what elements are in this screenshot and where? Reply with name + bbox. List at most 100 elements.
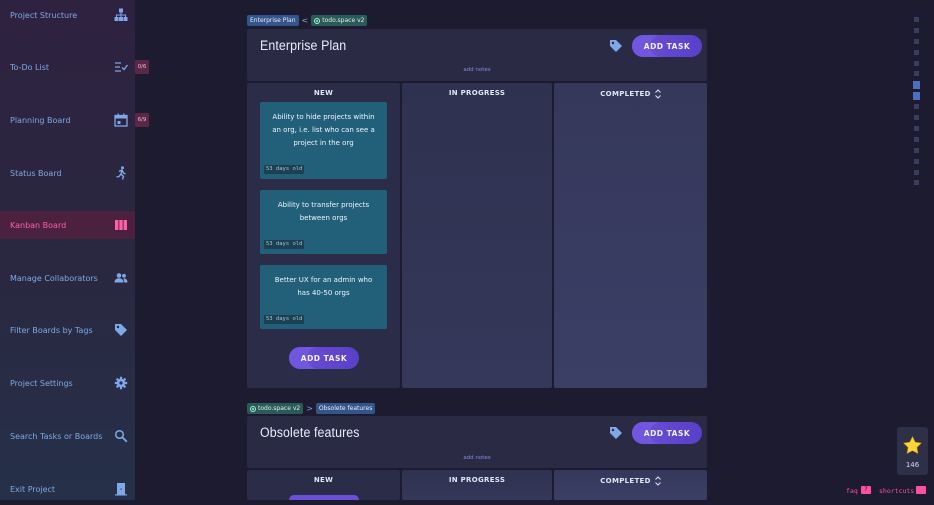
- breadcrumb-item[interactable]: Enterprise Plan: [247, 15, 299, 26]
- board-nav-dot[interactable]: [914, 126, 919, 131]
- add-task-button[interactable]: ADD TASK: [632, 35, 702, 57]
- board-nav-dot[interactable]: [914, 50, 919, 55]
- board-nav-dot-active[interactable]: [913, 81, 920, 89]
- add-task-button[interactable]: ADD TASK: [632, 422, 702, 444]
- breadcrumb-separator: >: [306, 404, 313, 413]
- star-icon: [903, 436, 922, 454]
- tag-icon: [114, 323, 128, 337]
- sidebar-item-project-settings[interactable]: Project Settings: [0, 369, 135, 397]
- board-nav-dot[interactable]: [914, 104, 919, 109]
- sidebar-item-todo-list[interactable]: To-Do List 0/6: [0, 53, 149, 81]
- sidebar: Project Structure To-Do List 0/6 Plannin…: [0, 0, 149, 503]
- sidebar-item-manage-collaborators[interactable]: Manage Collaborators: [0, 264, 135, 292]
- partial-add-task-button[interactable]: [289, 495, 359, 500]
- column-header: NEW: [313, 476, 334, 484]
- exit-door-icon: [114, 482, 128, 496]
- sidebar-item-label: Project Settings: [10, 378, 73, 388]
- task-card-text: Ability to transfer projects between org…: [277, 201, 370, 222]
- add-notes-link[interactable]: add notes: [447, 67, 507, 73]
- calendar-icon: [114, 113, 128, 127]
- breadcrumb-label: todo.space v2: [322, 17, 365, 24]
- star-button[interactable]: 146: [897, 427, 928, 475]
- column-header: COMPLETED: [554, 89, 707, 99]
- users-icon: [114, 271, 128, 285]
- sidebar-item-exit-project[interactable]: Exit Project: [0, 475, 135, 503]
- board-title[interactable]: Enterprise Plan: [260, 38, 346, 53]
- sort-icon[interactable]: [654, 476, 661, 486]
- board-nav-dot[interactable]: [914, 159, 919, 164]
- circle-dot-icon: [314, 17, 321, 24]
- planning-count-badge: 6/9: [135, 113, 149, 127]
- task-age-badge: 53 days old: [264, 165, 305, 174]
- keyboard-icon[interactable]: [916, 486, 926, 499]
- sidebar-item-label: Exit Project: [10, 484, 56, 494]
- task-card[interactable]: Ability to hide projects within an org, …: [260, 102, 387, 179]
- sitemap-icon: [114, 8, 128, 22]
- task-card-text: Better UX for an admin who has 40-50 org…: [274, 276, 373, 297]
- help-icon[interactable]: ?: [861, 486, 871, 494]
- sidebar-item-status-board[interactable]: Status Board: [0, 159, 135, 187]
- task-age-badge: 53 days old: [264, 315, 305, 324]
- kanban-column-completed: COMPLETED: [554, 83, 707, 388]
- sidebar-item-project-structure[interactable]: Project Structure: [0, 1, 135, 29]
- columns-icon: [114, 218, 128, 232]
- sidebar-item-planning-board[interactable]: Planning Board 6/9: [0, 106, 149, 134]
- task-age-badge: 53 days old: [264, 240, 305, 249]
- board-nav-dot[interactable]: [914, 148, 919, 153]
- column-add-task-button[interactable]: ADD TASK: [289, 347, 359, 369]
- shortcuts-link[interactable]: shortcuts: [879, 487, 914, 495]
- breadcrumb-label: todo.space v2: [258, 405, 301, 412]
- board-nav-dot[interactable]: [914, 170, 919, 175]
- board-nav-dot[interactable]: [914, 115, 919, 120]
- board-title[interactable]: Obsolete features: [260, 425, 360, 440]
- board-nav-dot[interactable]: [914, 28, 919, 33]
- sidebar-item-label: Status Board: [10, 168, 62, 178]
- sidebar-item-label: Planning Board: [10, 115, 71, 125]
- column-header: IN PROGRESS: [448, 89, 506, 97]
- sidebar-item-label: Filter Boards by Tags: [10, 325, 93, 335]
- task-card[interactable]: Ability to transfer projects between org…: [260, 190, 387, 254]
- faq-link[interactable]: faq: [846, 487, 858, 495]
- sidebar-item-kanban-board[interactable]: Kanban Board: [0, 211, 135, 239]
- kanban-column-completed: COMPLETED: [554, 470, 707, 500]
- column-header-label: COMPLETED: [600, 477, 651, 485]
- task-card[interactable]: Better UX for an admin who has 40-50 org…: [260, 265, 387, 329]
- breadcrumb-item[interactable]: todo.space v2: [247, 403, 304, 414]
- kanban-column-in-progress: IN PROGRESS: [402, 470, 552, 500]
- tag-icon[interactable]: [609, 39, 623, 53]
- column-header: COMPLETED: [554, 476, 707, 486]
- breadcrumb: Enterprise Plan < todo.space v2: [247, 15, 368, 26]
- column-header: IN PROGRESS: [448, 476, 506, 484]
- board-nav-dot[interactable]: [914, 17, 919, 22]
- task-card-text: Ability to hide projects within an org, …: [272, 113, 375, 147]
- add-notes-link[interactable]: add notes: [447, 455, 507, 461]
- sidebar-item-search-tasks[interactable]: Search Tasks or Boards: [0, 422, 135, 450]
- board-nav-dot[interactable]: [914, 180, 919, 185]
- board-nav-dot[interactable]: [914, 39, 919, 44]
- gear-icon: [114, 376, 128, 390]
- sidebar-item-filter-boards-by-tags[interactable]: Filter Boards by Tags: [0, 316, 135, 344]
- todo-count-badge: 0/6: [135, 60, 149, 74]
- tag-icon[interactable]: [609, 426, 623, 440]
- board-nav-dot-active[interactable]: [913, 92, 920, 100]
- star-count: 146: [905, 461, 920, 469]
- board-header: Enterprise Plan ADD TASK add notes: [247, 29, 707, 81]
- sidebar-item-label: Kanban Board: [10, 220, 67, 230]
- board-nav-dot[interactable]: [914, 71, 919, 76]
- board-nav-dot[interactable]: [914, 61, 919, 66]
- circle-dot-icon: [250, 405, 256, 412]
- search-icon: [114, 429, 128, 443]
- sidebar-item-label: Manage Collaborators: [10, 273, 98, 283]
- breadcrumb-item[interactable]: Obsolete features: [315, 403, 376, 414]
- checklist-icon: [114, 60, 128, 74]
- board-header: Obsolete features ADD TASK add notes: [247, 416, 707, 468]
- sidebar-item-label: Search Tasks or Boards: [10, 431, 103, 441]
- column-header-label: COMPLETED: [600, 90, 651, 98]
- running-person-icon: [114, 166, 128, 180]
- sort-icon[interactable]: [654, 89, 661, 99]
- sidebar-item-label: Project Structure: [10, 10, 78, 20]
- breadcrumb-item[interactable]: todo.space v2: [311, 15, 368, 26]
- board-nav-dot[interactable]: [914, 137, 919, 142]
- kanban-column-in-progress: IN PROGRESS: [402, 83, 552, 388]
- breadcrumb-separator: <: [301, 16, 309, 25]
